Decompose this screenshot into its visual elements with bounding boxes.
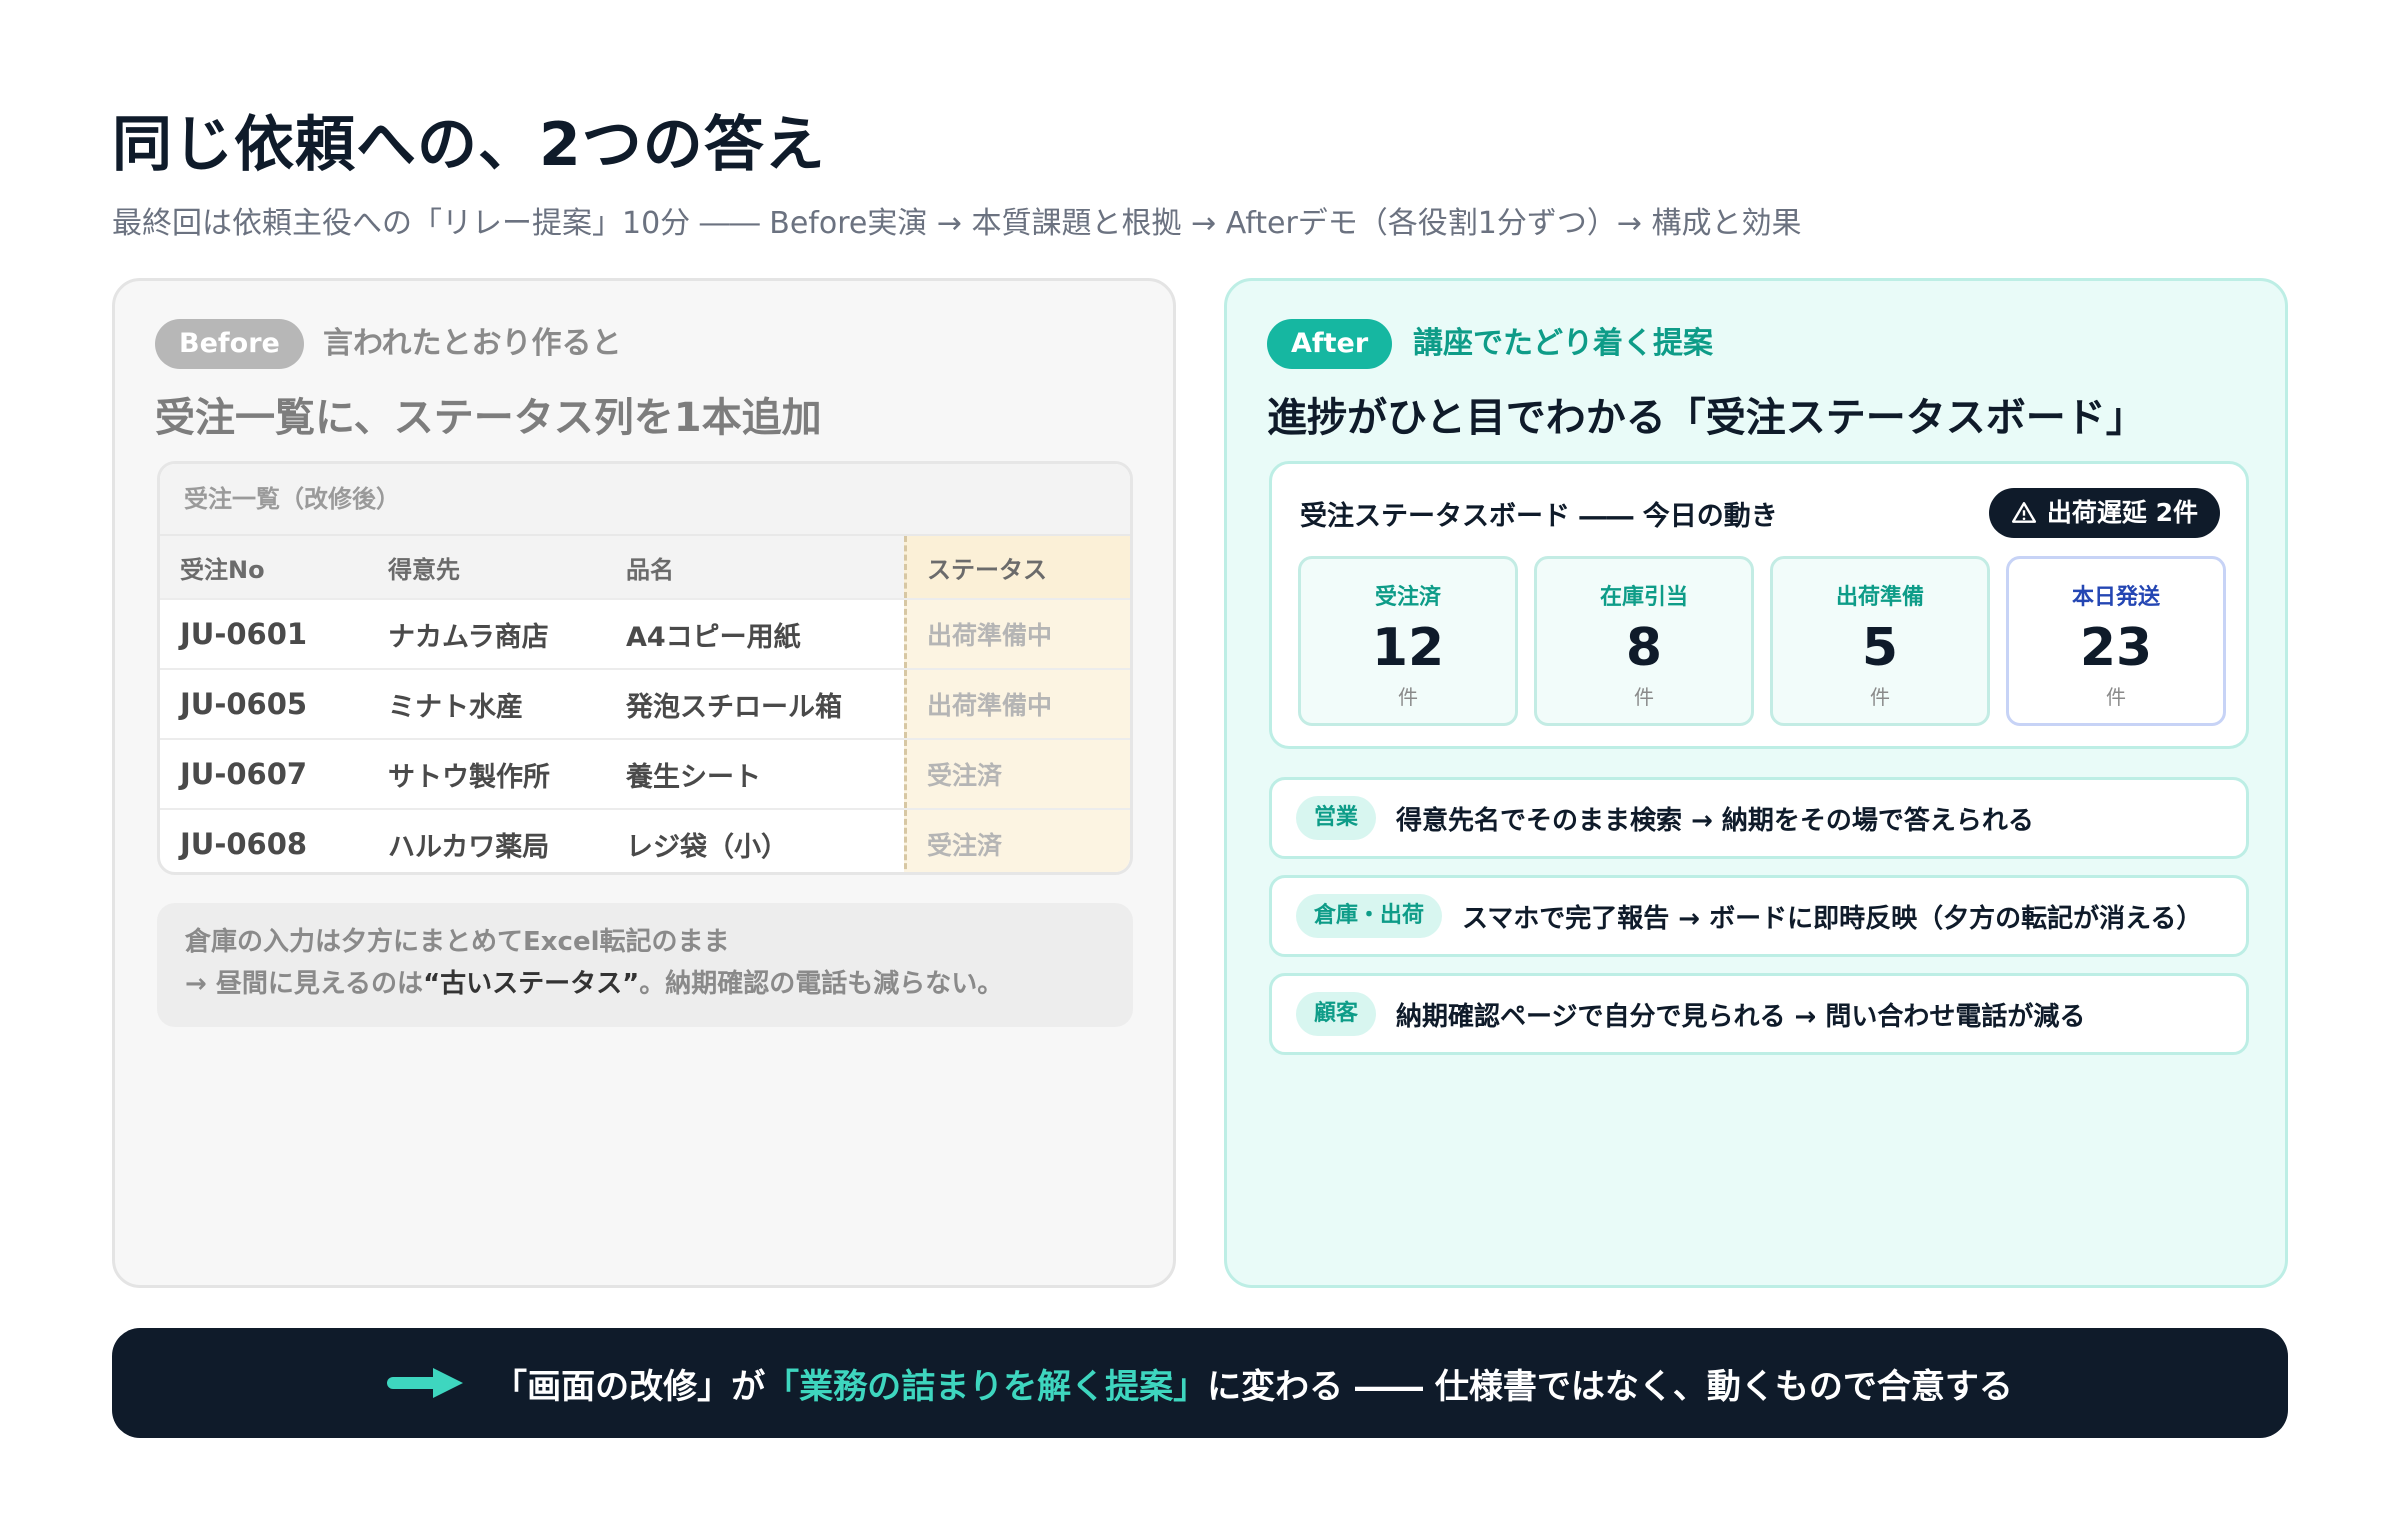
- stat-label: 本日発送: [2071, 585, 2160, 610]
- note-line-2: → 昼間に見えるのは“古いステータス”。納期確認の電話も減らない。: [185, 963, 1105, 1005]
- stat-value: 8: [1625, 618, 1663, 678]
- role-text: 得意先名でそのまま検索 → 納期をその場で答えられる: [1396, 805, 2034, 836]
- stat-card-shipped-today[interactable]: 本日発送 23 件: [2006, 556, 2226, 726]
- banner-text: 「画面の改修」が「業務の詰まりを解く提案」に変わる ―― 仕様書ではなく、動くも…: [493, 1359, 2013, 1408]
- item-cell: 発泡スチロール箱: [626, 691, 842, 723]
- stat-card-allocated[interactable]: 在庫引当 8 件: [1534, 556, 1754, 726]
- stat-label: 出荷準備: [1835, 585, 1924, 610]
- before-heading: 受注一覧に、ステータス列を1本追加: [155, 395, 822, 441]
- item-cell: A4コピー用紙: [626, 621, 801, 653]
- column-header-status: ステータス: [904, 536, 1130, 598]
- table-row[interactable]: JU-0607 サトウ製作所 養生シート 受注済: [160, 740, 1130, 810]
- role-badge: 倉庫・出荷: [1296, 894, 1443, 938]
- role-row-warehouse: 倉庫・出荷 スマホで完了報告 → ボードに即時反映（夕方の転記が消える）: [1269, 875, 2249, 957]
- table-row[interactable]: JU-0601 ナカムラ商店 A4コピー用紙 出荷準備中: [160, 600, 1130, 670]
- item-cell: 養生シート: [626, 761, 761, 793]
- customer-cell: ナカムラ商店: [388, 621, 549, 653]
- status-board: 受注ステータスボード ―― 今日の動き 出荷遅延 2件 受注済 12 件 在庫引…: [1269, 461, 2249, 749]
- table-caption: 受注一覧（改修後）: [160, 464, 1130, 536]
- customer-cell: ミナト水産: [388, 691, 523, 723]
- banner-text-accent: 「業務の詰まりを解く提案」: [765, 1366, 1208, 1407]
- table-row[interactable]: JU-0608 ハルカワ薬局 レジ袋（小） 受注済: [160, 810, 1130, 872]
- column-header-item: 品名: [626, 555, 674, 584]
- note-line-2-emphasis: “古いステータス”: [423, 969, 640, 999]
- order-table: 受注一覧（改修後） 受注No 得意先 品名 ステータス JU-0601 ナカムラ…: [157, 461, 1133, 875]
- status-cell: 受注済: [904, 740, 1130, 808]
- role-row-customer: 顧客 納期確認ページで自分で見られる → 問い合わせ電話が減る: [1269, 973, 2249, 1055]
- order-no-cell: JU-0605: [180, 687, 308, 721]
- order-no-cell: JU-0601: [180, 617, 308, 651]
- note-line-2-post: 。納期確認の電話も減らない。: [639, 969, 1004, 999]
- role-badge: 営業: [1296, 796, 1377, 840]
- banner-text-post: に変わる ―― 仕様書ではなく、動くもので合意する: [1207, 1366, 2013, 1407]
- after-heading: 進捗がひと目でわかる「受注ステータスボード」: [1267, 395, 2146, 441]
- after-badge: After: [1267, 319, 1393, 369]
- delay-alert-text: 出荷遅延 2件: [2046, 498, 2198, 527]
- item-cell: レジ袋（小）: [626, 831, 788, 863]
- page-title: 同じ依頼への、2つの答え: [112, 110, 826, 180]
- stat-label: 受注済: [1374, 585, 1441, 610]
- stat-unit: 件: [1634, 685, 1654, 709]
- role-row-sales: 営業 得意先名でそのまま検索 → 納期をその場で答えられる: [1269, 777, 2249, 859]
- stat-value: 5: [1861, 618, 1899, 678]
- conclusion-banner: 「画面の改修」が「業務の詰まりを解く提案」に変わる ―― 仕様書ではなく、動くも…: [112, 1328, 2288, 1438]
- status-cell: 出荷準備中: [904, 670, 1130, 738]
- role-text: スマホで完了報告 → ボードに即時反映（夕方の転記が消える）: [1462, 903, 2203, 934]
- stat-card-received[interactable]: 受注済 12 件: [1298, 556, 1518, 726]
- before-note: 倉庫の入力は夕方にまとめてExcel転記のまま → 昼間に見えるのは“古いステー…: [157, 903, 1133, 1027]
- stat-value: 12: [1371, 618, 1445, 678]
- status-cell: 受注済: [904, 810, 1130, 872]
- role-text: 納期確認ページで自分で見られる → 問い合わせ電話が減る: [1396, 1001, 2086, 1032]
- warning-icon: [2011, 502, 2036, 523]
- arrow-right-icon: [387, 1368, 464, 1398]
- stat-unit: 件: [1870, 685, 1890, 709]
- note-line-2-pre: → 昼間に見えるのは: [185, 969, 424, 999]
- order-no-cell: JU-0607: [180, 757, 308, 791]
- after-panel: After 講座でたどり着く提案 進捗がひと目でわかる「受注ステータスボード」 …: [1224, 278, 2288, 1288]
- role-badge: 顧客: [1296, 992, 1377, 1036]
- stat-unit: 件: [1398, 685, 1418, 709]
- status-cell: 出荷準備中: [904, 600, 1130, 668]
- stat-value: 23: [2079, 618, 2153, 678]
- before-badge: Before: [155, 319, 304, 369]
- column-header-order-no: 受注No: [180, 555, 265, 584]
- stat-unit: 件: [2106, 685, 2126, 709]
- stat-label: 在庫引当: [1599, 585, 1688, 610]
- before-panel: Before 言われたとおり作ると 受注一覧に、ステータス列を1本追加 受注一覧…: [112, 278, 1176, 1288]
- order-no-cell: JU-0608: [180, 827, 308, 861]
- customer-cell: ハルカワ薬局: [388, 831, 550, 863]
- delay-alert-badge[interactable]: 出荷遅延 2件: [1988, 488, 2220, 538]
- banner-text-pre: 「画面の改修」が: [493, 1366, 766, 1407]
- column-header-customer: 得意先: [388, 555, 460, 584]
- after-tagline: 講座でたどり着く提案: [1413, 326, 1713, 361]
- stat-card-preparing[interactable]: 出荷準備 5 件: [1770, 556, 1990, 726]
- before-tagline: 言われたとおり作ると: [323, 326, 622, 361]
- table-row[interactable]: JU-0605 ミナト水産 発泡スチロール箱 出荷準備中: [160, 670, 1130, 740]
- note-line-1: 倉庫の入力は夕方にまとめてExcel転記のまま: [185, 927, 730, 957]
- board-title: 受注ステータスボード ―― 今日の動き: [1300, 501, 1778, 532]
- customer-cell: サトウ製作所: [388, 761, 550, 793]
- table-header-row: 受注No 得意先 品名 ステータス: [160, 536, 1130, 600]
- page-subtitle: 最終回は依頼主役への「リレー提案」10分 ―― Before実演 → 本質課題と…: [112, 206, 1802, 241]
